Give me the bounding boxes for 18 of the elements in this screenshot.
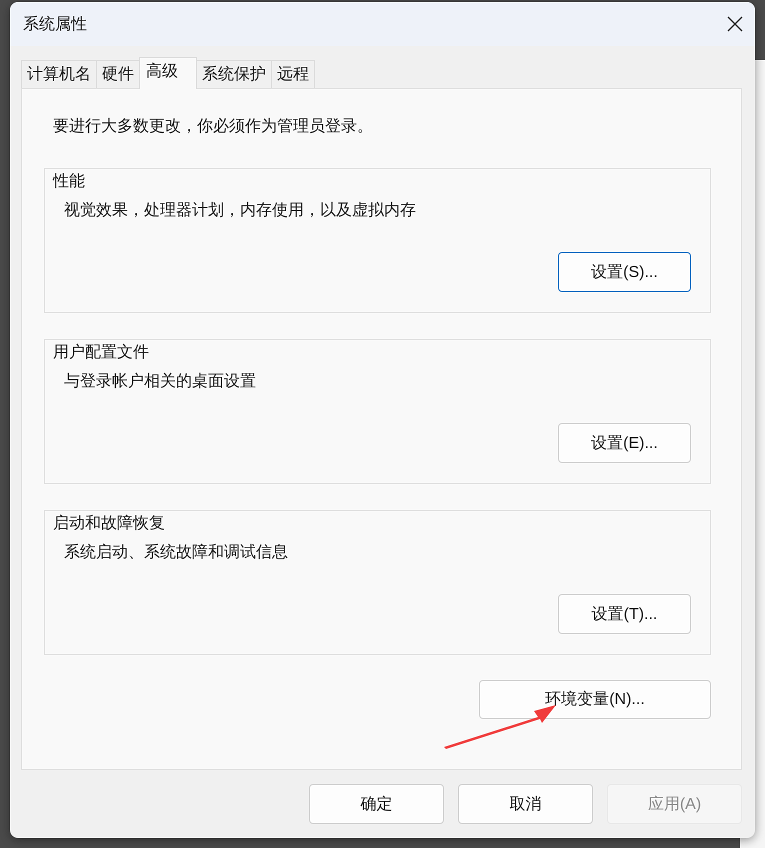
group-title: 性能 [53,172,85,192]
environment-variables-button[interactable]: 环境变量(N)... [479,680,711,719]
group-description: 与登录帐户相关的桌面设置 [64,372,256,392]
group-title: 用户配置文件 [53,342,149,363]
group-description: 视觉效果，处理器计划，内存使用，以及虚拟内存 [64,200,416,221]
settings-button[interactable]: 设置(T)... [558,594,691,634]
settings-button[interactable]: 设置(S)... [558,252,691,292]
tab[interactable]: 高级 [139,57,197,89]
dialog-button[interactable]: 确定 [309,784,444,824]
close-icon[interactable] [727,16,743,32]
group-description: 系统启动、系统故障和调试信息 [64,542,288,563]
notice-text: 要进行大多数更改，你必须作为管理员登录。 [53,116,374,137]
dialog-button[interactable]: 取消 [458,784,593,824]
group-title: 启动和故障恢复 [53,514,165,534]
window-title: 系统属性 [23,14,87,34]
tab[interactable]: 远程 [271,60,315,88]
settings-button[interactable]: 设置(E)... [558,423,691,463]
tab[interactable]: 计算机名 [21,60,97,88]
